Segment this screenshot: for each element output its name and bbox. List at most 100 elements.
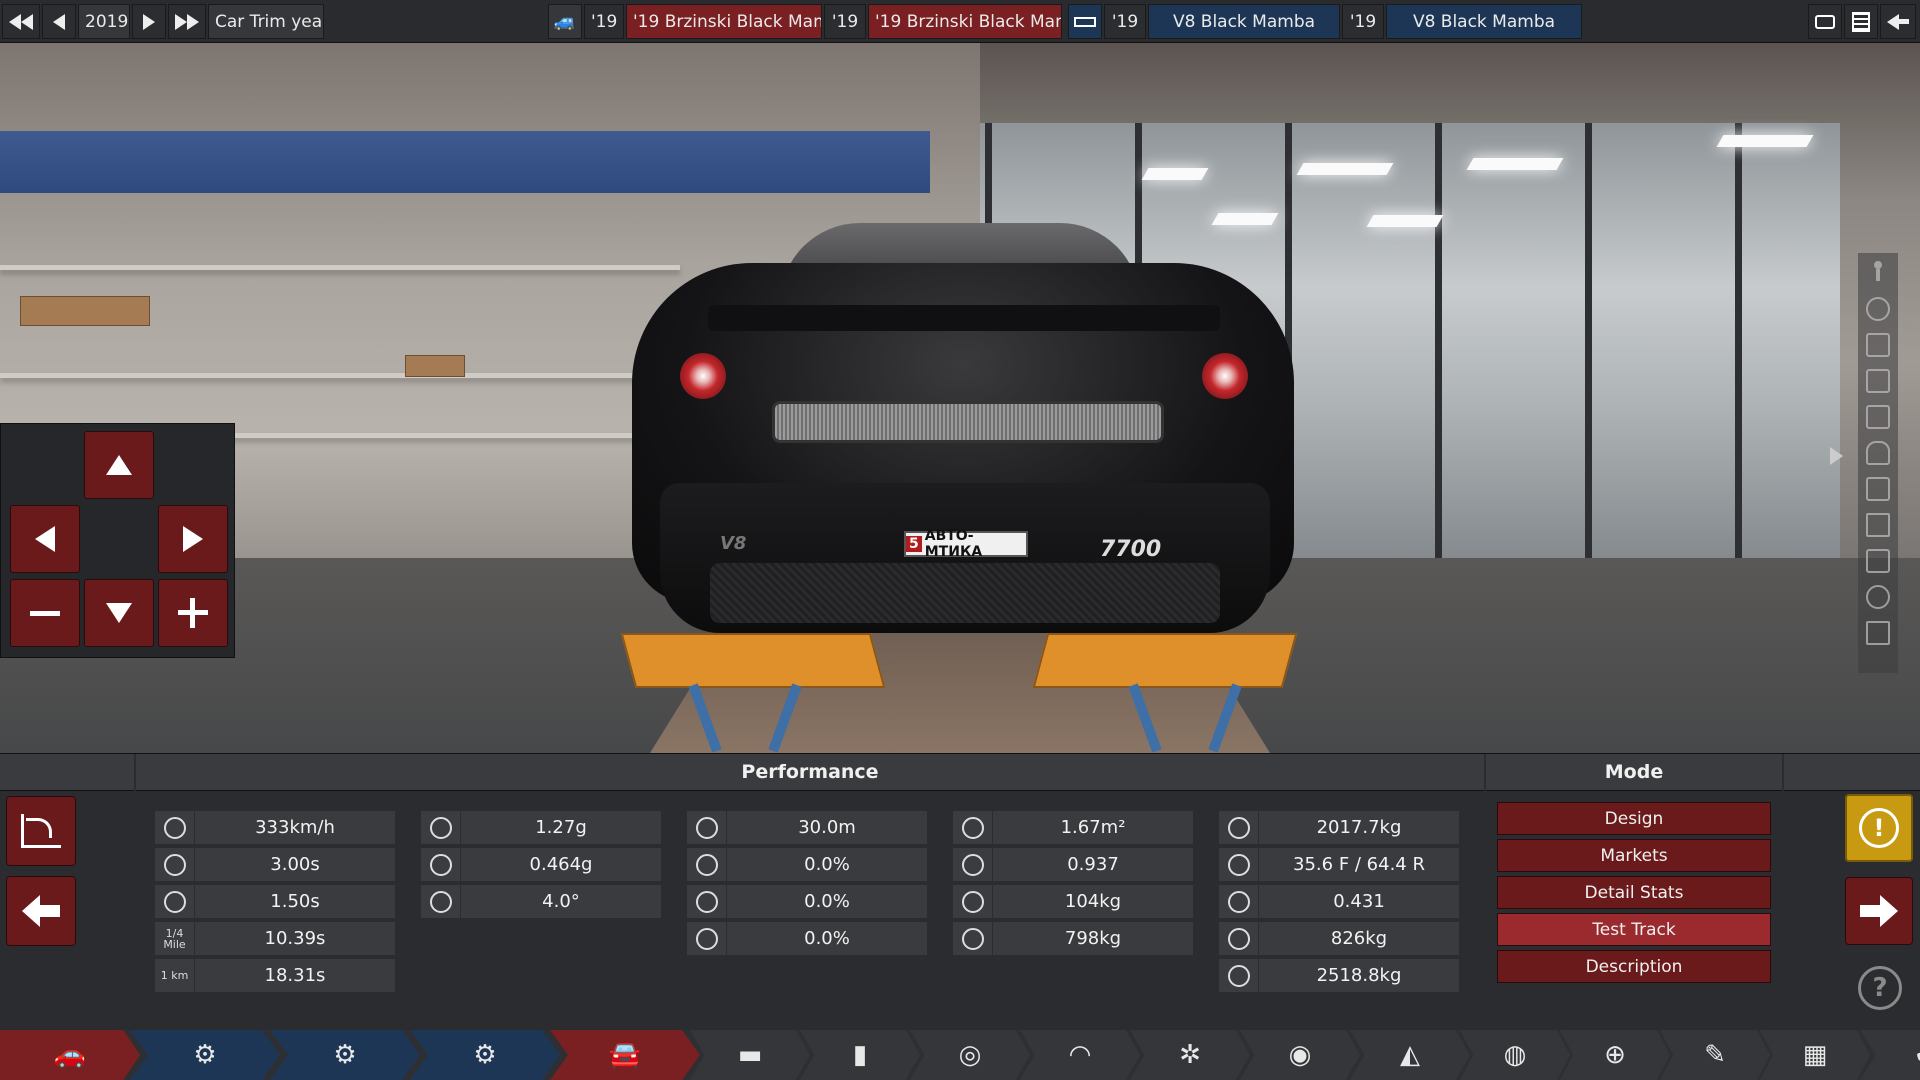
rear-grille — [772, 401, 1164, 443]
camera-zoom-in-button[interactable] — [158, 579, 228, 647]
camera-right-button[interactable] — [158, 505, 228, 573]
engine-view-icon[interactable] — [1866, 369, 1890, 393]
paint-icon[interactable] — [1866, 333, 1890, 357]
back-top-button[interactable] — [1880, 4, 1916, 39]
year-value: 2019 — [85, 11, 129, 32]
variant-selector[interactable]: '19 Brzinski Black Mamb — [868, 4, 1062, 39]
calculator-button[interactable] — [1844, 4, 1878, 39]
stat-value: 826kg — [1259, 922, 1459, 955]
stat-value: 104kg — [993, 885, 1193, 918]
garage-viewport[interactable]: 5 АВТО-МТИКА 7700 V8 — [0, 43, 1920, 753]
stat-row: 1 km 18.31s — [155, 959, 395, 992]
stat-row: 0.0% — [687, 922, 927, 955]
mode-description-button[interactable]: Description — [1497, 950, 1771, 983]
stat-row: 0.937 — [953, 848, 1193, 881]
stat-row: 2017.7kg — [1219, 811, 1459, 844]
body-view-icon[interactable] — [1866, 441, 1890, 465]
left-arrow-icon — [35, 526, 55, 552]
nav-engine-tab[interactable]: ⚙ — [130, 1030, 280, 1080]
stat-row: 0.431 — [1219, 885, 1459, 918]
car-icon: 🚙 — [553, 11, 577, 32]
acceleration-gauge-icon — [155, 848, 194, 881]
nav-engine-parts-tab[interactable]: ⚙ — [270, 1030, 420, 1080]
warning-button[interactable]: ! — [1845, 794, 1913, 862]
nav-safety-icon: ⊕ — [1604, 1040, 1626, 1070]
next-button[interactable] — [1845, 877, 1913, 945]
shelf — [0, 265, 680, 270]
license-plate: 5 АВТО-МТИКА — [904, 528, 1028, 560]
front-downforce-icon — [953, 885, 992, 918]
nav-chassis-tab[interactable]: ▬ — [690, 1030, 810, 1080]
lift-view-icon[interactable] — [1866, 549, 1890, 573]
mode-detail-stats-button[interactable]: Detail Stats — [1497, 876, 1771, 909]
stats-graph-button[interactable] — [6, 796, 76, 866]
engine-variant-selector[interactable]: V8 Black Mamba — [1386, 4, 1582, 39]
first-year-button[interactable] — [2, 4, 40, 39]
brake-fade-2-icon — [687, 885, 726, 918]
car-model-icon-button[interactable]: 🚙 — [548, 4, 582, 39]
help-button[interactable]: ? — [1858, 966, 1902, 1010]
nav-trim-tab[interactable]: 🚘 — [550, 1030, 700, 1080]
camera-down-button[interactable] — [84, 579, 154, 647]
engine-year-tag: '19 — [1104, 4, 1146, 39]
prev-year-button[interactable] — [42, 4, 76, 39]
shelf-box — [405, 355, 465, 377]
nav-engine-tune-tab[interactable]: ⚙ — [410, 1030, 560, 1080]
mode-design-button[interactable]: Design — [1497, 802, 1771, 835]
year-field[interactable]: 2019 — [78, 4, 130, 39]
person-icon[interactable] — [1866, 261, 1890, 285]
exclamation-icon: ! — [1859, 808, 1899, 848]
side-toolbar-expand-icon[interactable] — [1830, 447, 1843, 465]
nav-interior-tab[interactable]: ◍ — [1460, 1030, 1570, 1080]
wheel-icon[interactable] — [1866, 297, 1890, 321]
no-view-icon[interactable] — [1866, 585, 1890, 609]
weight-distribution-icon — [1219, 848, 1258, 881]
gauge-icon — [155, 885, 194, 918]
chassis-view-icon[interactable] — [1866, 405, 1890, 429]
model-selector[interactable]: '19 Brzinski Black Mamb — [626, 4, 822, 39]
mode-markets-button[interactable]: Markets — [1497, 839, 1771, 872]
frame-view-icon[interactable] — [1866, 621, 1890, 645]
km-icon: 1 km — [155, 959, 194, 992]
engine-icon-button[interactable] — [1068, 4, 1102, 39]
camera-zoom-out-button[interactable] — [10, 579, 80, 647]
top-speed-gauge-icon — [155, 811, 194, 844]
quarter-mile-icon: 1/4 Mile — [155, 922, 194, 955]
plus-icon — [178, 598, 208, 628]
stat-row: 0.464g — [421, 848, 661, 881]
nav-fixtures-tab[interactable]: ✎ — [1660, 1030, 1770, 1080]
nav-aero-tab[interactable]: ◭ — [1350, 1030, 1470, 1080]
nav-car-tab[interactable]: 🚗 — [0, 1030, 140, 1080]
camera-left-button[interactable] — [10, 505, 80, 573]
back-button[interactable] — [6, 876, 76, 946]
nav-suspension-tab[interactable]: ◎ — [910, 1030, 1030, 1080]
nav-gearbox-tab[interactable]: ◠ — [1020, 1030, 1140, 1080]
mode-test-track-button[interactable]: Test Track — [1497, 913, 1771, 946]
nav-fixtures-icon: ✎ — [1704, 1040, 1726, 1070]
nav-safety-tab[interactable]: ⊕ — [1560, 1030, 1670, 1080]
next-year-button[interactable] — [132, 4, 166, 39]
question-icon: ? — [1872, 973, 1888, 1003]
nav-brakes-tab[interactable]: ◉ — [1240, 1030, 1360, 1080]
engine-badge: V8 — [720, 533, 747, 554]
engine-selector[interactable]: V8 Black Mamba — [1148, 4, 1340, 39]
rear-downforce-icon — [953, 922, 992, 955]
stat-row: 1/4 Mile 10.39s — [155, 922, 395, 955]
trim-year-label: Car Trim year — [208, 4, 324, 39]
nav-test-tab[interactable]: ▦ — [1760, 1030, 1870, 1080]
stat-row: 2518.8kg — [1219, 959, 1459, 992]
minus-icon — [30, 610, 60, 616]
back-arrow-icon — [22, 895, 60, 927]
stat-row: 3.00s — [155, 848, 395, 881]
camera-up-button[interactable] — [84, 431, 154, 499]
nav-drivetrain-tab[interactable]: ▮ — [800, 1030, 920, 1080]
towing-icon — [1219, 959, 1258, 992]
interior-view-icon[interactable] — [1866, 477, 1890, 501]
ceiling-light — [1211, 213, 1279, 225]
screenshot-button[interactable] — [1808, 4, 1842, 39]
car-lift-right — [1032, 633, 1298, 688]
grid-view-icon[interactable] — [1866, 513, 1890, 537]
nav-wheels-tab[interactable]: ✲ — [1130, 1030, 1250, 1080]
nav-drivetrain-icon: ▮ — [852, 1040, 868, 1070]
last-year-button[interactable] — [168, 4, 206, 39]
